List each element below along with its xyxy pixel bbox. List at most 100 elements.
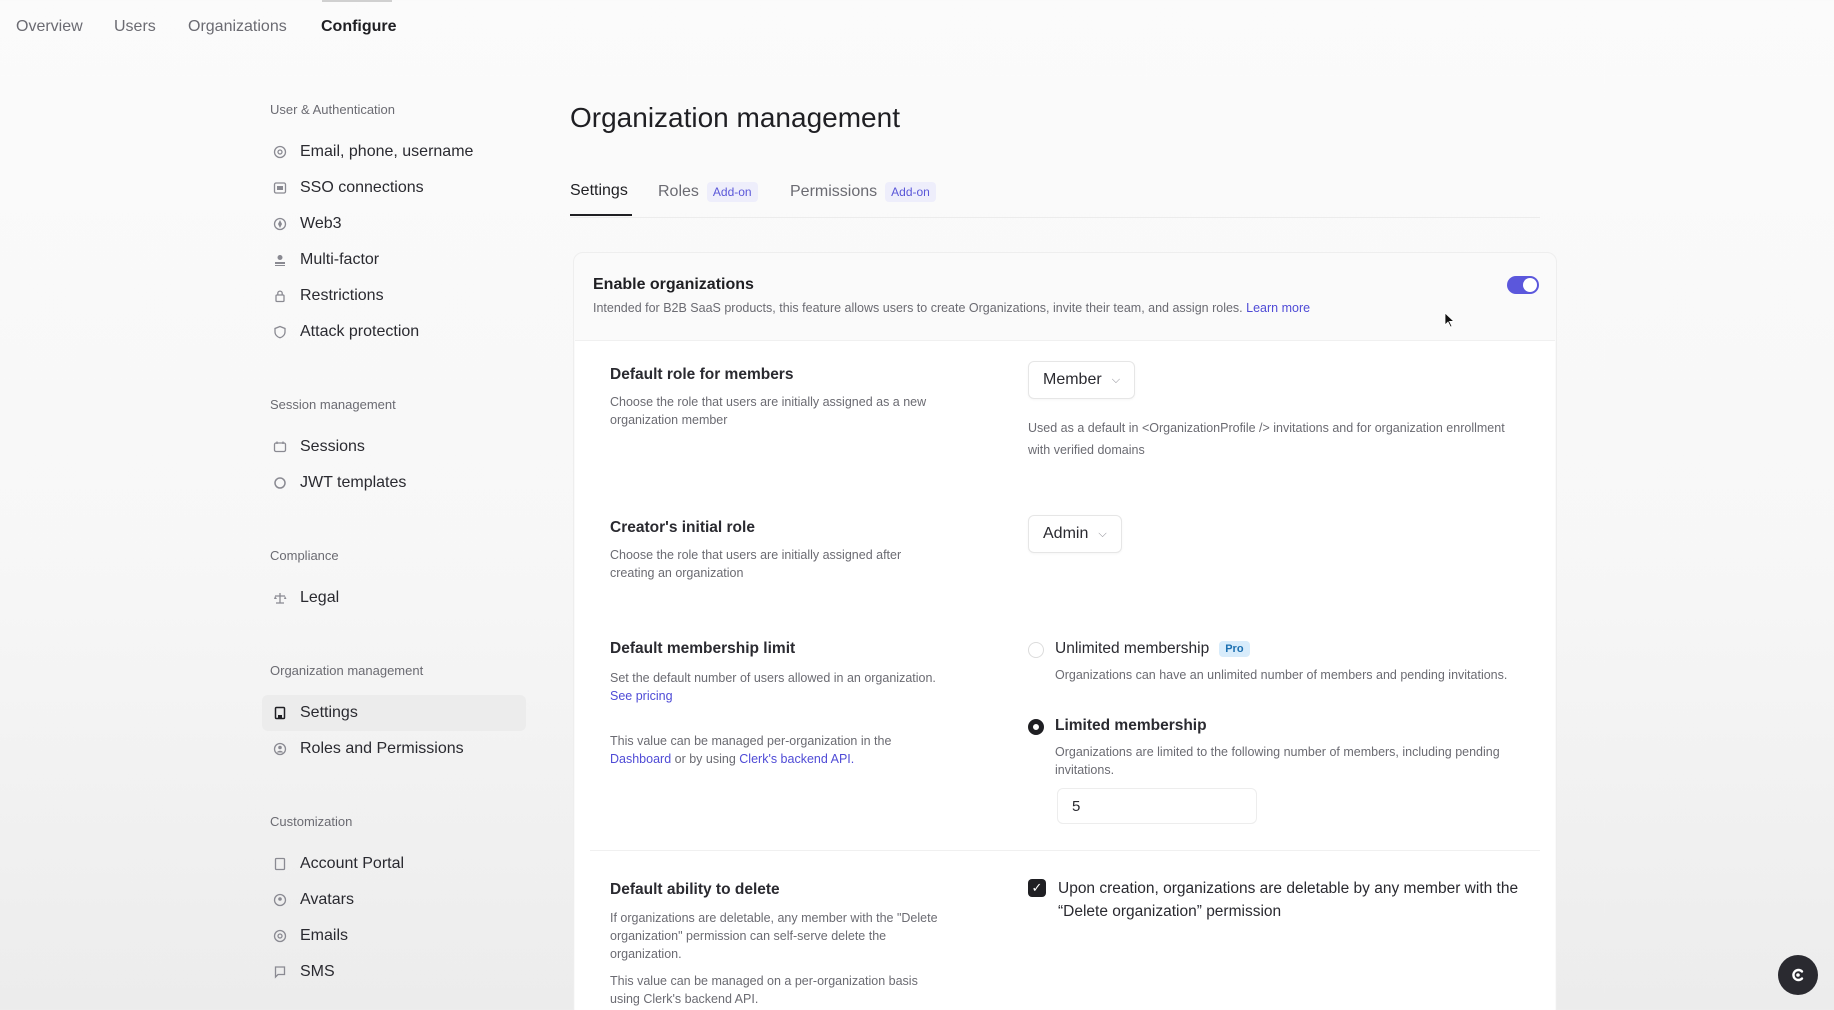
sidebar-item-emails[interactable]: Emails — [262, 918, 526, 954]
default-role-description: Choose the role that users are initially… — [610, 393, 940, 429]
tab-settings[interactable]: Settings — [570, 182, 628, 200]
sidebar-item-restrictions[interactable]: Restrictions — [262, 278, 526, 314]
at-icon — [272, 144, 288, 160]
sidebar-item-settings[interactable]: Settings — [262, 695, 526, 731]
person-badge-icon — [272, 741, 288, 757]
unlimited-membership-label: Unlimited membershipPro — [1055, 640, 1250, 658]
toggle-knob — [1523, 278, 1537, 292]
sidebar-section-title: User & Authentication — [270, 102, 395, 117]
sidebar-item-sms[interactable]: SMS — [262, 954, 526, 990]
delete-ability-note: This value can be managed on a per-organ… — [610, 972, 940, 1008]
lock-icon — [272, 288, 288, 304]
page-title: Organization management — [570, 102, 900, 134]
enable-description-text: Intended for B2B SaaS products, this fea… — [593, 301, 1243, 315]
unlimited-membership-radio[interactable] — [1028, 642, 1044, 658]
delete-ability-title: Default ability to delete — [610, 881, 780, 899]
sidebar-item-account-portal[interactable]: Account Portal — [262, 846, 526, 882]
select-value: Admin — [1043, 525, 1088, 543]
sidebar-item-label: Restrictions — [300, 287, 384, 305]
creator-role-description: Choose the role that users are initially… — [610, 546, 940, 582]
learn-more-link[interactable]: Learn more — [1246, 301, 1310, 315]
nav-organizations[interactable]: Organizations — [188, 18, 287, 36]
sidebar-item-roles-and-permissions[interactable]: Roles and Permissions — [262, 731, 526, 767]
sidebar-item-label: Avatars — [300, 891, 354, 909]
see-pricing-link[interactable]: See pricing — [610, 689, 673, 703]
addon-badge: Add-on — [707, 182, 758, 202]
nav-users[interactable]: Users — [114, 18, 156, 36]
mouse-cursor-icon — [1444, 312, 1456, 328]
membership-limit-text: Set the default number of users allowed … — [610, 671, 936, 685]
tab-label: Permissions — [790, 183, 877, 201]
sidebar-item-label: Attack protection — [300, 323, 419, 341]
sidebar-item-email-phone-username[interactable]: Email, phone, username — [262, 134, 526, 170]
note-prefix: This value can be managed per-organizati… — [610, 734, 891, 748]
sidebar-item-jwt-templates[interactable]: JWT templates — [262, 465, 526, 501]
tab-bar: Settings Roles Add-on Permissions Add-on — [570, 176, 1540, 218]
default-role-select[interactable]: Member ⌵ — [1028, 361, 1135, 399]
deletable-checkbox-label: Upon creation, organizations are deletab… — [1058, 877, 1528, 923]
backend-api-link[interactable]: Clerk's backend API. — [739, 752, 854, 766]
chevron-down-icon: ⌵ — [1098, 528, 1106, 541]
sidebar-item-avatars[interactable]: Avatars — [262, 882, 526, 918]
sidebar-item-label: Emails — [300, 927, 348, 945]
divider — [590, 850, 1540, 851]
delete-ability-description: If organizations are deletable, any memb… — [610, 909, 940, 963]
checkmark-icon: ✓ — [1032, 880, 1043, 896]
sessions-icon — [272, 439, 288, 455]
sidebar-item-label: JWT templates — [300, 474, 406, 492]
note-middle: or by using — [675, 752, 736, 766]
portal-icon — [272, 856, 288, 872]
sidebar-item-sso-connections[interactable]: SSO connections — [262, 170, 526, 206]
sidebar-item-label: SMS — [300, 963, 335, 981]
nav-active-indicator — [322, 0, 392, 2]
email-icon — [272, 928, 288, 944]
sms-icon — [272, 964, 288, 980]
chevron-down-icon: ⌵ — [1112, 374, 1120, 387]
limited-membership-radio[interactable] — [1028, 719, 1044, 735]
jwt-icon — [272, 475, 288, 491]
addon-badge: Add-on — [885, 182, 936, 202]
sidebar-item-legal[interactable]: Legal — [262, 580, 526, 616]
enable-organizations-title: Enable organizations — [593, 276, 754, 294]
help-chat-button[interactable] — [1778, 955, 1818, 995]
enable-organizations-toggle[interactable] — [1507, 276, 1539, 294]
sidebar-item-web3[interactable]: Web3 — [262, 206, 526, 242]
sidebar-item-label: Email, phone, username — [300, 143, 473, 161]
shield-icon — [272, 324, 288, 340]
creator-role-title: Creator's initial role — [610, 519, 755, 537]
sidebar-item-label: Legal — [300, 589, 339, 607]
select-value: Member — [1043, 371, 1102, 389]
tab-label: Roles — [658, 183, 699, 201]
sidebar-section-title: Compliance — [270, 548, 339, 563]
membership-limit-input[interactable] — [1057, 788, 1257, 824]
sidebar-item-multi-factor[interactable]: Multi-factor — [262, 242, 526, 278]
tab-active-underline — [570, 214, 632, 216]
sidebar-section-title: Session management — [270, 397, 396, 412]
tab-roles[interactable]: Roles Add-on — [658, 182, 758, 202]
scale-icon — [272, 590, 288, 606]
dashboard-link[interactable]: Dashboard — [610, 752, 671, 766]
membership-limit-title: Default membership limit — [610, 640, 795, 658]
tab-permissions[interactable]: Permissions Add-on — [790, 182, 936, 202]
sidebar-item-label: Web3 — [300, 215, 342, 233]
sidebar-section-title: Customization — [270, 814, 352, 829]
membership-limit-description: Set the default number of users allowed … — [610, 669, 940, 705]
sidebar-item-label: SSO connections — [300, 179, 424, 197]
nav-overview[interactable]: Overview — [16, 18, 83, 36]
sidebar-item-label: Sessions — [300, 438, 365, 456]
top-navigation: Overview Users Organizations Configure — [0, 0, 1834, 56]
sidebar-item-sessions[interactable]: Sessions — [262, 429, 526, 465]
unlimited-membership-description: Organizations can have an unlimited numb… — [1055, 666, 1515, 684]
pro-badge: Pro — [1219, 641, 1249, 657]
sso-icon — [272, 180, 288, 196]
creator-role-select[interactable]: Admin ⌵ — [1028, 515, 1122, 553]
nav-configure[interactable]: Configure — [321, 18, 397, 36]
tab-label: Settings — [570, 182, 628, 200]
sidebar-item-attack-protection[interactable]: Attack protection — [262, 314, 526, 350]
option-title: Limited membership — [1055, 717, 1207, 735]
sidebar-section-title: Organization management — [270, 663, 423, 678]
sidebar-item-label: Settings — [300, 704, 358, 722]
avatar-icon — [272, 892, 288, 908]
deletable-checkbox[interactable]: ✓ — [1028, 879, 1046, 897]
sidebar-item-label: Account Portal — [300, 855, 404, 873]
